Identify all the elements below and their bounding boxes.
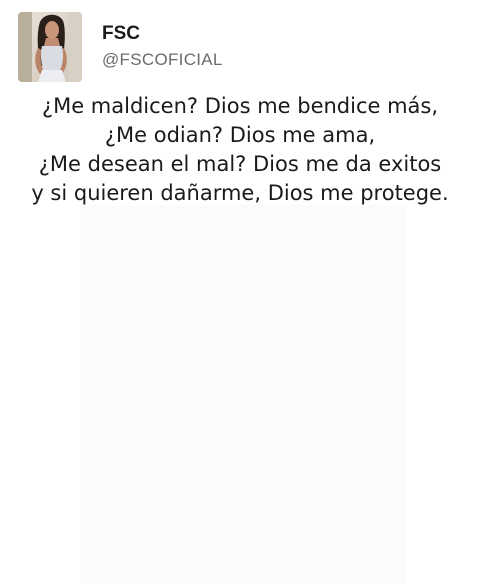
tweet-text: ¿Me maldicen? Dios me bendice más, ¿Me o…	[0, 92, 480, 208]
author-display-name[interactable]: FSC	[102, 23, 223, 45]
avatar[interactable]	[18, 12, 82, 82]
author-handle[interactable]: @FSCOFICIAL	[102, 49, 223, 71]
author-identity: FSC @FSCOFICIAL	[102, 23, 223, 71]
tweet-line: y si quieren dañarme, Dios me protege.	[31, 181, 449, 205]
tweet-header: FSC @FSCOFICIAL	[18, 12, 223, 82]
tweet-line: ¿Me maldicen? Dios me bendice más,	[41, 94, 439, 118]
blank-panel	[80, 205, 406, 583]
profile-photo-icon	[18, 12, 82, 82]
tweet-line: ¿Me desean el mal? Dios me da exitos	[38, 152, 442, 176]
tweet-line: ¿Me odian? Dios me ama,	[104, 123, 376, 147]
tweet-screenshot: FSC @FSCOFICIAL ¿Me maldicen? Dios me be…	[0, 0, 480, 583]
